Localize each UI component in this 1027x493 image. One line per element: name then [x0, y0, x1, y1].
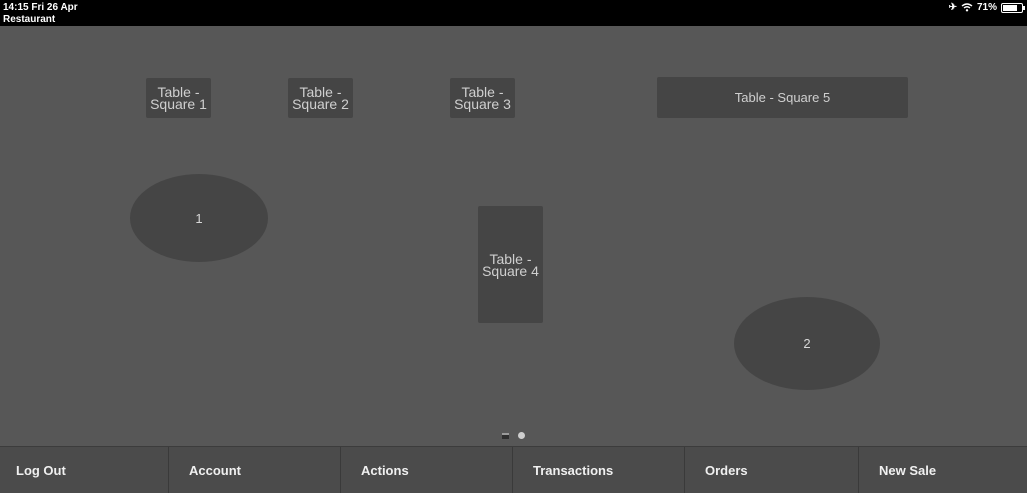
- table-square-1[interactable]: Table - Square 1: [146, 78, 211, 118]
- transactions-button[interactable]: Transactions: [513, 447, 685, 493]
- airplane-icon: ✈: [948, 2, 957, 13]
- table-label: Table - Square 4: [482, 250, 539, 279]
- table-square-2[interactable]: Table - Square 2: [288, 78, 353, 118]
- table-square-3[interactable]: Table - Square 3: [450, 78, 515, 118]
- table-label: Table - Square 5: [734, 89, 831, 105]
- table-square-5[interactable]: Table - Square 5: [657, 77, 908, 118]
- status-time-date: 14:15 Fri 26 Apr: [3, 2, 78, 13]
- page-dot-2[interactable]: [518, 432, 525, 439]
- table-label: Table - Square 2: [292, 84, 349, 112]
- table-label: 2: [803, 336, 811, 351]
- account-button[interactable]: Account: [169, 447, 341, 493]
- page-dot-1[interactable]: [502, 432, 509, 439]
- table-round-2[interactable]: 2: [734, 297, 880, 390]
- orders-button[interactable]: Orders: [685, 447, 859, 493]
- table-label: Table - Square 3: [454, 84, 511, 112]
- battery-icon: [1001, 2, 1025, 13]
- app-title: Restaurant: [3, 14, 56, 25]
- actions-button[interactable]: Actions: [341, 447, 513, 493]
- table-square-4[interactable]: Table - Square 4: [478, 206, 543, 323]
- bottom-toolbar: Log Out Account Actions Transactions Ord…: [0, 446, 1027, 493]
- battery-percent: 71%: [976, 2, 997, 13]
- table-label: Table - Square 1: [150, 84, 207, 112]
- status-bar: 14:15 Fri 26 Apr Restaurant ✈ 71%: [0, 0, 1027, 26]
- wifi-icon: [961, 3, 973, 12]
- log-out-button[interactable]: Log Out: [0, 447, 169, 493]
- table-round-1[interactable]: 1: [130, 174, 268, 262]
- status-indicators: ✈ 71%: [948, 2, 1025, 13]
- table-label: 1: [195, 210, 203, 226]
- page-indicator[interactable]: [502, 432, 525, 439]
- new-sale-button[interactable]: New Sale: [859, 447, 1027, 493]
- floor-plan: Table - Square 1 Table - Square 2 Table …: [0, 26, 1027, 446]
